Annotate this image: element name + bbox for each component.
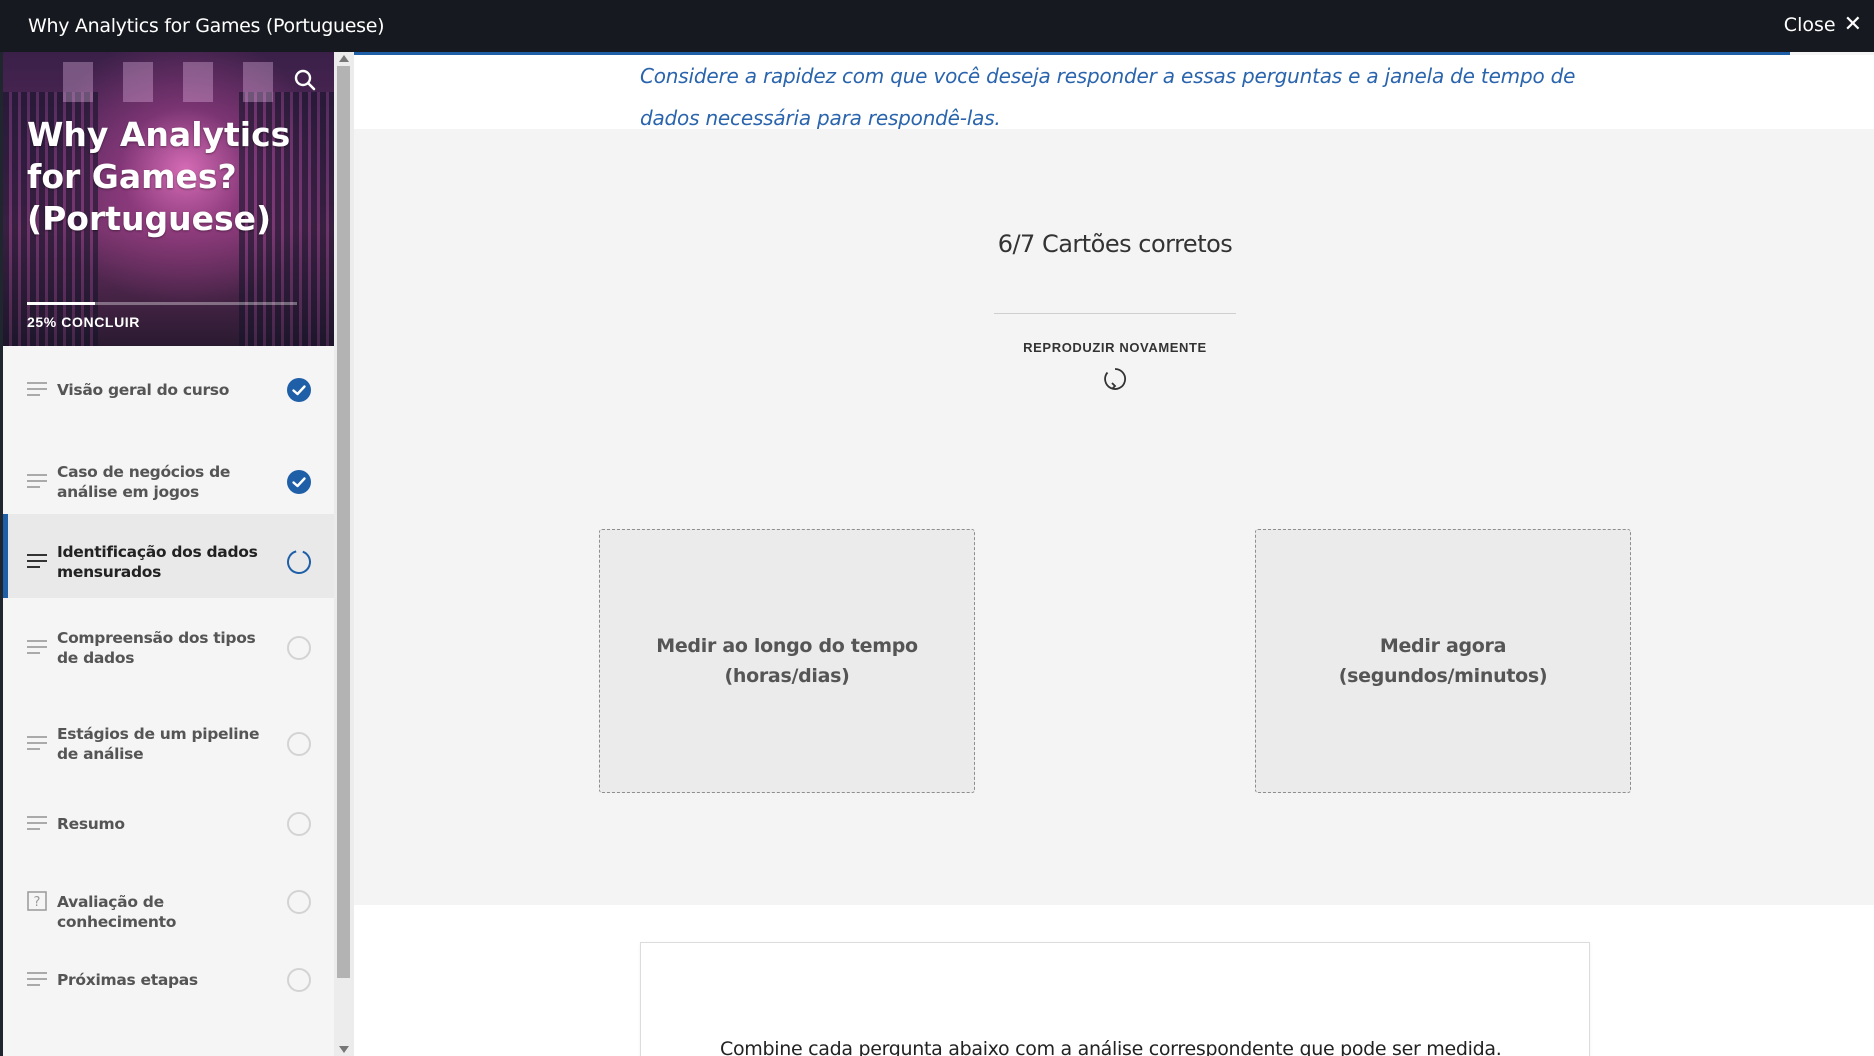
result-divider: [994, 313, 1236, 314]
top-bar: Why Analytics for Games (Portuguese) Clo…: [0, 0, 1874, 52]
lines-icon: [27, 554, 49, 568]
quote-section: Considere a rapidez com que você deseja …: [354, 55, 1874, 130]
replay-icon: [1104, 368, 1126, 390]
sidebar-item-6[interactable]: Resumo: [3, 778, 334, 856]
course-hero-banner: Why Analytics for Games? (Portuguese) 25…: [3, 52, 334, 346]
course-progress-fill: [27, 302, 95, 305]
lines-icon: [27, 474, 49, 488]
lines-icon: [27, 382, 49, 396]
search-icon[interactable]: [291, 66, 319, 94]
sort-card-label: Medir agora (segundos/minutos): [1338, 635, 1548, 687]
svg-text:?: ?: [34, 895, 41, 910]
lesson-nav: Visão geral do curso Caso de negócios de …: [3, 346, 334, 1012]
not-started-icon: [286, 967, 312, 993]
complete-check-icon: [286, 377, 312, 403]
instruction-text: Combine cada pergunta abaixo com a análi…: [720, 1038, 1502, 1056]
not-started-icon: [286, 889, 312, 915]
sidebar-item-7[interactable]: ? Avaliação de conhecimento: [3, 856, 334, 934]
course-progress-label: 25% CONCLUIR: [27, 314, 140, 330]
sidebar-item-3[interactable]: Identificação dos dados mensurados: [3, 514, 334, 598]
course-progress-bar: [27, 302, 297, 305]
sidebar-scrollbar[interactable]: [334, 52, 354, 1056]
sort-card-label: Medir ao longo do tempo (horas/dias): [656, 635, 918, 687]
sidebar-item-label: Compreensão dos tipos de dados: [57, 629, 256, 667]
replay-label: REPRODUZIR NOVAMENTE: [1023, 340, 1207, 355]
scrollbar-thumb[interactable]: [337, 66, 350, 978]
course-sidebar: Why Analytics for Games? (Portuguese) 25…: [0, 52, 334, 1056]
lesson-quote: Considere a rapidez com que você deseja …: [640, 64, 1576, 130]
sidebar-item-label: Identificação dos dados mensurados: [57, 543, 258, 581]
lines-icon: [27, 640, 49, 654]
sidebar-item-8[interactable]: Próximas etapas: [3, 934, 334, 1012]
sidebar-item-label: Visão geral do curso: [57, 381, 230, 399]
result-score: 6/7 Cartões corretos: [997, 230, 1233, 258]
sidebar-item-label: Estágios de um pipeline de análise: [57, 725, 260, 763]
lines-icon: [27, 972, 49, 986]
scroll-up-arrow-icon[interactable]: [339, 55, 349, 62]
close-label: Close: [1783, 14, 1836, 36]
window-title: Why Analytics for Games (Portuguese): [28, 15, 385, 37]
course-title: Why Analytics for Games? (Portuguese): [27, 115, 291, 238]
sidebar-item-label: Próximas etapas: [57, 971, 198, 989]
replay-button[interactable]: REPRODUZIR NOVAMENTE: [994, 340, 1236, 393]
sort-card-over-time[interactable]: Medir ao longo do tempo (horas/dias): [599, 529, 975, 793]
in-progress-icon: [286, 549, 312, 575]
not-started-icon: [286, 811, 312, 837]
complete-check-icon: [286, 469, 312, 495]
sidebar-item-2[interactable]: Caso de negócios de análise em jogos: [3, 424, 334, 514]
sidebar-item-4[interactable]: Compreensão dos tipos de dados: [3, 598, 334, 694]
sidebar-item-label: Resumo: [57, 815, 125, 833]
sort-card-now[interactable]: Medir agora (segundos/minutos): [1255, 529, 1631, 793]
close-button[interactable]: Close ✕: [1783, 12, 1862, 37]
sidebar-item-label: Avaliação de conhecimento: [57, 893, 177, 931]
hero-image-lights: [63, 62, 293, 102]
sidebar-item-5[interactable]: Estágios de um pipeline de análise: [3, 694, 334, 778]
sidebar-item-label: Caso de negócios de análise em jogos: [57, 463, 231, 501]
sidebar-item-1[interactable]: Visão geral do curso: [3, 346, 334, 424]
not-started-icon: [286, 635, 312, 661]
lines-icon: [27, 736, 49, 750]
close-icon: ✕: [1843, 12, 1862, 37]
lines-icon: [27, 816, 49, 830]
instruction-section: [354, 905, 1874, 1056]
quiz-icon: ?: [27, 891, 49, 911]
not-started-icon: [286, 731, 312, 757]
scroll-down-arrow-icon[interactable]: [339, 1046, 349, 1053]
